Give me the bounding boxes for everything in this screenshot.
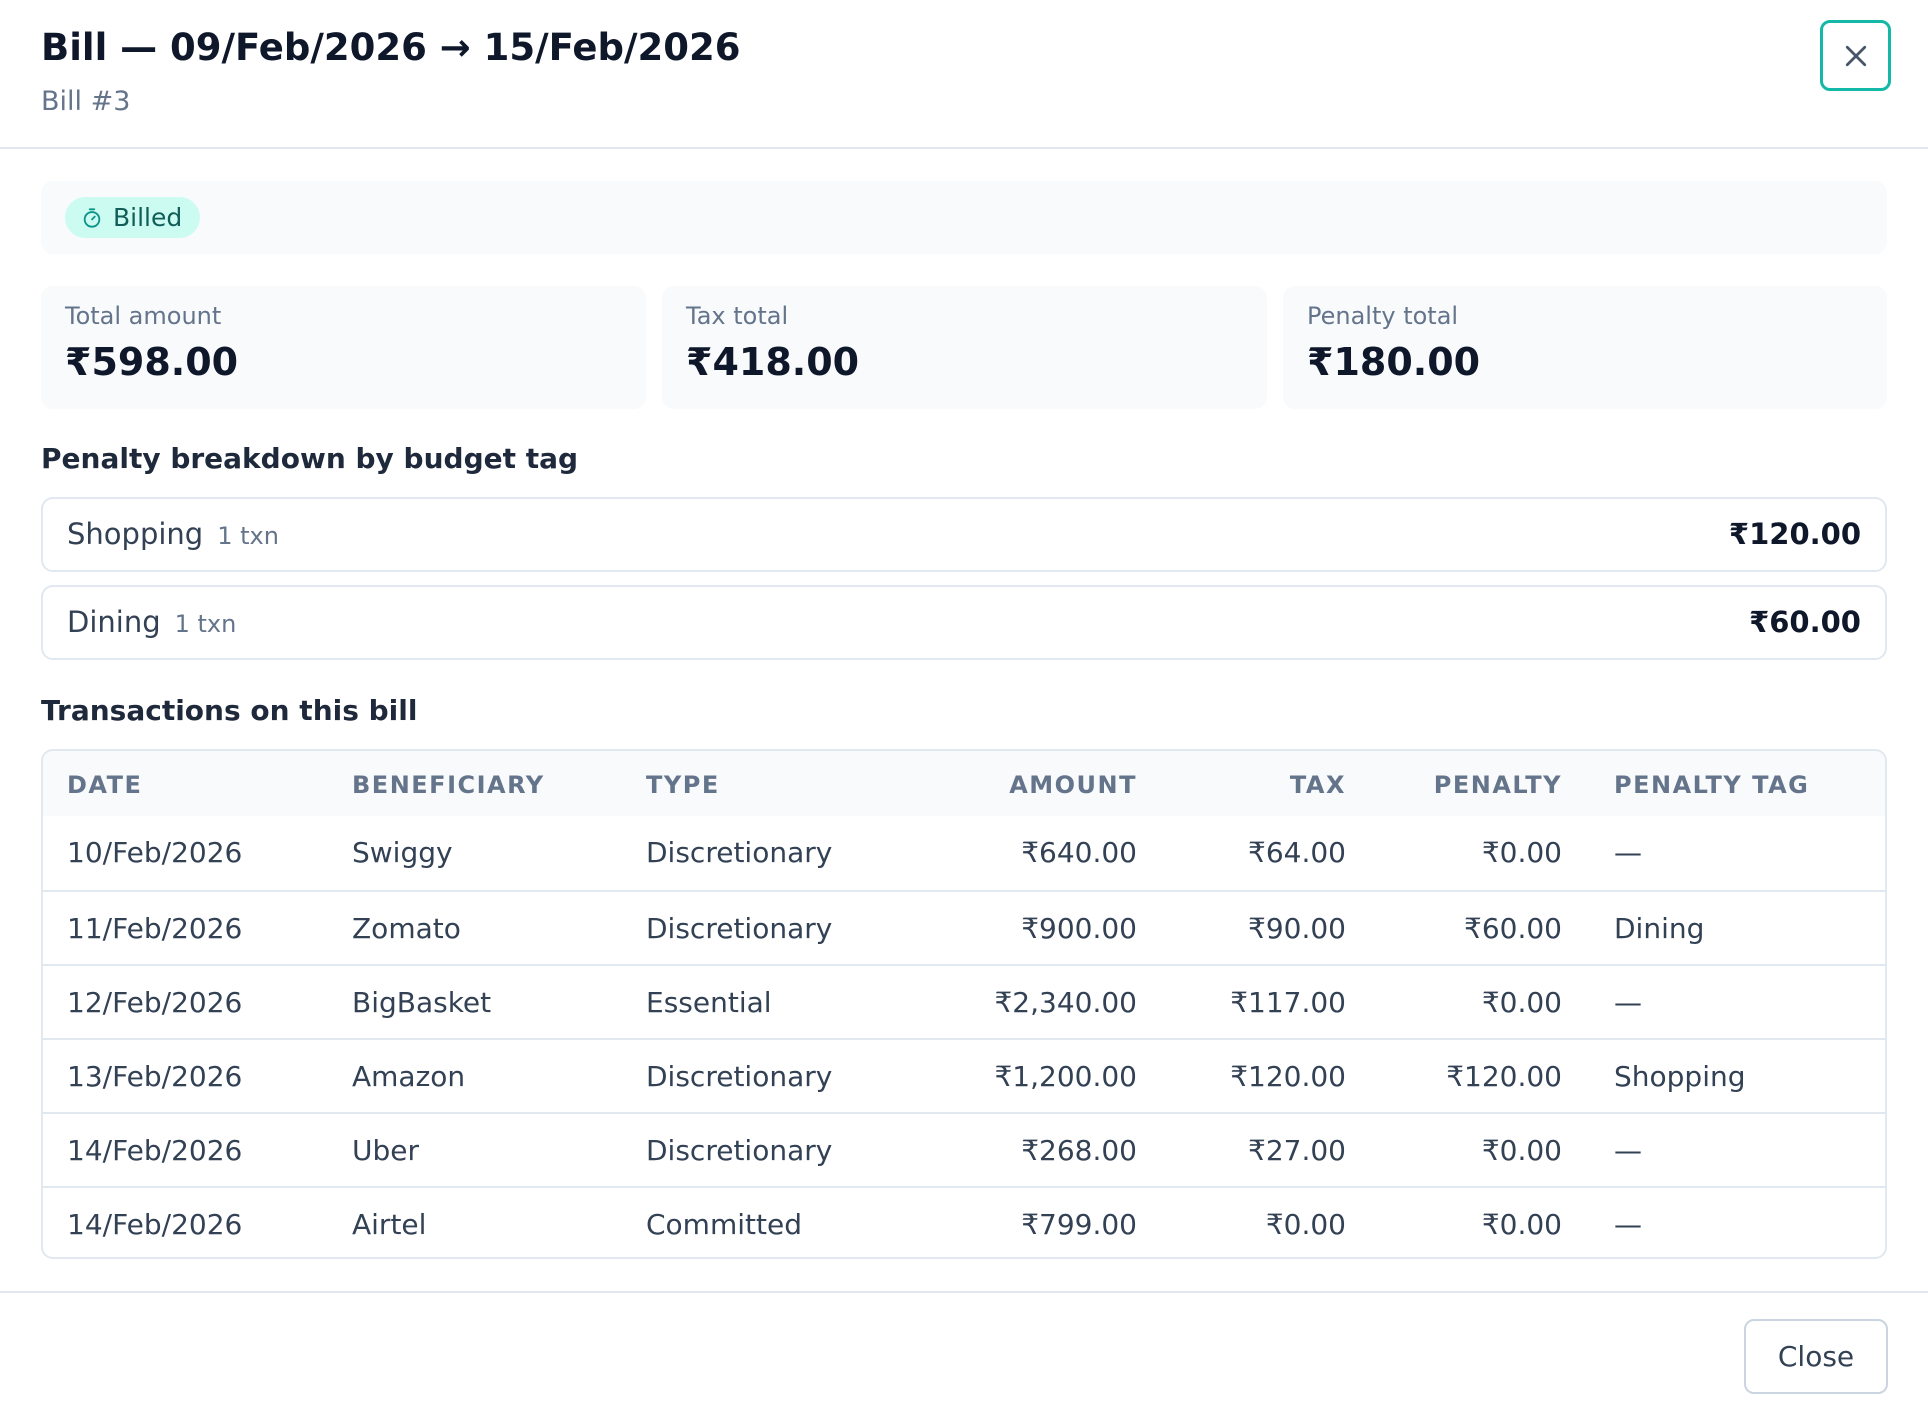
- cell-penalty: ₹120.00: [1446, 1060, 1562, 1093]
- cell-penalty: ₹0.00: [1481, 986, 1562, 1019]
- column-header-type: TYPE: [646, 771, 720, 799]
- modal-title: Bill — 09/Feb/2026 → 15/Feb/2026: [41, 26, 741, 69]
- cell-tax: ₹0.00: [1265, 1208, 1346, 1241]
- penalty-breakdown-title: Penalty breakdown by budget tag: [41, 442, 579, 475]
- bill-number: Bill #3: [41, 86, 131, 117]
- table-row: 14/Feb/2026 Uber Discretionary ₹268.00 ₹27.0…: [43, 1112, 1885, 1186]
- stat-label: Penalty total: [1307, 302, 1459, 330]
- column-header-date: DATE: [67, 771, 143, 799]
- cell-tax: ₹64.00: [1248, 836, 1346, 869]
- penalty-tag-row: Dining 1 txn ₹60.00: [41, 585, 1887, 660]
- cell-penalty: ₹0.00: [1481, 1208, 1562, 1241]
- column-header-penalty-tag: PENALTY TAG: [1614, 771, 1810, 799]
- tag-name: Dining: [67, 605, 161, 639]
- stat-value: ₹180.00: [1307, 340, 1481, 384]
- transactions-title: Transactions on this bill: [41, 694, 418, 727]
- stat-label: Total amount: [65, 302, 222, 330]
- table-header: DATE BENEFICIARY TYPE AMOUNT TAX PENALTY…: [43, 751, 1885, 816]
- cell-penalty-tag: —: [1614, 1208, 1642, 1241]
- column-header-penalty: PENALTY: [1433, 771, 1562, 799]
- cell-amount: ₹268.00: [1021, 1134, 1137, 1167]
- stat-tax-total: Tax total ₹418.00: [662, 286, 1267, 409]
- cell-amount: ₹2,340.00: [994, 986, 1137, 1019]
- table-row: 13/Feb/2026 Amazon Discretionary ₹1,200.00 ₹…: [43, 1038, 1885, 1112]
- cell-tax: ₹90.00: [1248, 912, 1346, 945]
- cell-amount: ₹799.00: [1021, 1208, 1137, 1241]
- column-header-beneficiary: BENEFICIARY: [352, 771, 545, 799]
- close-x-button[interactable]: [1820, 20, 1891, 91]
- cell-type: Essential: [646, 986, 772, 1019]
- cell-penalty: ₹0.00: [1481, 1134, 1562, 1167]
- stopwatch-icon: [83, 207, 101, 228]
- stat-value: ₹598.00: [65, 340, 239, 384]
- bill-modal: Bill — 09/Feb/2026 → 15/Feb/2026 Bill #3…: [0, 0, 1928, 1418]
- stat-total-amount: Total amount ₹598.00: [41, 286, 646, 409]
- cell-tax: ₹27.00: [1248, 1134, 1346, 1167]
- cell-amount: ₹900.00: [1021, 912, 1137, 945]
- cell-beneficiary: Airtel: [352, 1208, 427, 1241]
- penalty-tag-row: Shopping 1 txn ₹120.00: [41, 497, 1887, 572]
- cell-amount: ₹640.00: [1021, 836, 1137, 869]
- table-row: 10/Feb/2026 Swiggy Discretionary ₹640.00 ₹64…: [43, 816, 1885, 890]
- table-row: 14/Feb/2026 Airtel Committed ₹799.00 ₹0.00 ₹0…: [43, 1186, 1885, 1257]
- cell-type: Discretionary: [646, 1134, 833, 1167]
- modal-footer: Close: [0, 1291, 1928, 1418]
- cell-tax: ₹120.00: [1230, 1060, 1346, 1093]
- cell-penalty: ₹60.00: [1464, 912, 1562, 945]
- cell-type: Discretionary: [646, 1060, 833, 1093]
- cell-type: Discretionary: [646, 836, 833, 869]
- modal-header: Bill — 09/Feb/2026 → 15/Feb/2026 Bill #3: [0, 0, 1928, 149]
- tag-amount: ₹60.00: [1749, 605, 1861, 639]
- close-button[interactable]: Close: [1744, 1319, 1888, 1394]
- column-header-tax: TAX: [1289, 771, 1346, 799]
- cell-date: 14/Feb/2026: [67, 1134, 243, 1167]
- tag-count: 1 txn: [174, 610, 237, 638]
- cell-beneficiary: Amazon: [352, 1060, 466, 1093]
- table-row: 12/Feb/2026 BigBasket Essential ₹2,340.00 ₹1…: [43, 964, 1885, 1038]
- cell-penalty: ₹0.00: [1481, 836, 1562, 869]
- cell-beneficiary: Zomato: [352, 912, 461, 945]
- tag-amount: ₹120.00: [1728, 517, 1861, 551]
- cell-date: 13/Feb/2026: [67, 1060, 243, 1093]
- cell-beneficiary: Swiggy: [352, 836, 453, 869]
- stat-label: Tax total: [686, 302, 789, 330]
- column-header-amount: AMOUNT: [1009, 771, 1137, 799]
- cell-date: 10/Feb/2026: [67, 836, 243, 869]
- cell-date: 14/Feb/2026: [67, 1208, 243, 1241]
- cell-date: 12/Feb/2026: [67, 986, 243, 1019]
- cell-penalty-tag: —: [1614, 1134, 1642, 1167]
- close-icon: [1845, 45, 1866, 66]
- cell-date: 11/Feb/2026: [67, 912, 243, 945]
- cell-penalty-tag: —: [1614, 986, 1642, 1019]
- cell-beneficiary: Uber: [352, 1134, 420, 1167]
- cell-tax: ₹117.00: [1230, 986, 1346, 1019]
- cell-penalty-tag: Shopping: [1614, 1060, 1746, 1093]
- status-badge: Billed: [65, 197, 201, 238]
- cell-beneficiary: BigBasket: [352, 986, 492, 1019]
- transactions-table: DATE BENEFICIARY TYPE AMOUNT TAX PENALTY…: [41, 749, 1887, 1259]
- status-label: Billed: [113, 203, 183, 232]
- stat-value: ₹418.00: [686, 340, 860, 384]
- cell-type: Committed: [646, 1208, 802, 1241]
- cell-penalty-tag: —: [1614, 836, 1642, 869]
- stat-penalty-total: Penalty total ₹180.00: [1283, 286, 1887, 409]
- table-row: 11/Feb/2026 Zomato Discretionary ₹900.00 ₹90…: [43, 890, 1885, 964]
- cell-amount: ₹1,200.00: [994, 1060, 1137, 1093]
- cell-penalty-tag: Dining: [1614, 912, 1705, 945]
- status-bar: Billed: [41, 181, 1887, 254]
- tag-name: Shopping: [67, 517, 204, 551]
- cell-type: Discretionary: [646, 912, 833, 945]
- tag-count: 1 txn: [217, 522, 279, 550]
